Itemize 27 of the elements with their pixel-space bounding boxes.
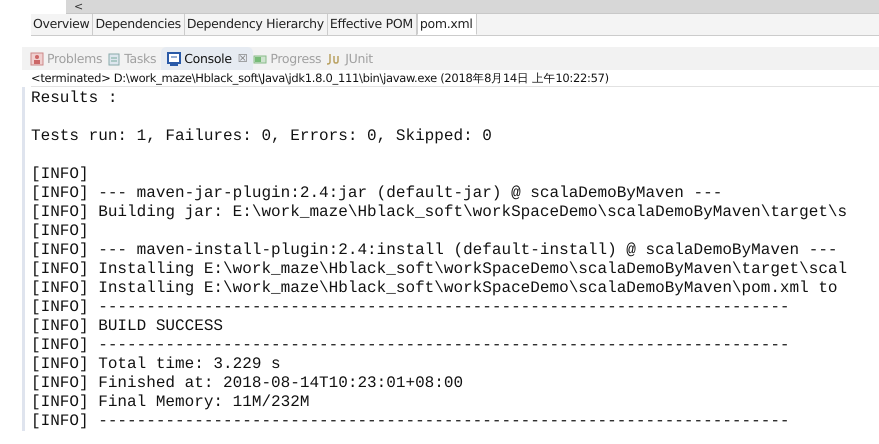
console-line: [INFO] Installing E:\work_maze\Hblack_soft\workSpaceDemo\scalaDemoByMaven\target\scal bbox=[31, 260, 848, 278]
editor-tab[interactable]: pom.xml bbox=[416, 14, 477, 35]
console-line: [INFO] Final Memory: 11M/232M bbox=[31, 393, 310, 411]
process-status: <terminated> D:\work_maze\Hblack_soft\Java\jdk1.8.0_111\bin\javaw.exe (2018年8月14日 上午10:22:57) bbox=[31, 70, 879, 87]
editor-tab[interactable]: Dependency Hierarchy bbox=[184, 14, 328, 35]
scroll-left-arrow[interactable]: < bbox=[74, 0, 84, 12]
console-line: [INFO] ------------------------------------------------------------------------ bbox=[31, 298, 790, 316]
editor-tab[interactable]: Overview bbox=[31, 14, 94, 35]
console-line: [INFO] bbox=[31, 165, 89, 183]
console-line: [INFO] Installing E:\work_maze\Hblack_soft\workSpaceDemo\scalaDemoByMaven\pom.xml to bbox=[31, 279, 838, 297]
console-line: [INFO] Finished at: 2018-08-14T10:23:01+08:00 bbox=[31, 374, 464, 392]
console-line: Tests run: 1, Failures: 0, Errors: 0, Skipped: 0 bbox=[31, 127, 492, 145]
console-line: [INFO] Total time: 3.229 s bbox=[31, 355, 281, 373]
problems-icon bbox=[30, 52, 44, 66]
console-line: [INFO] --- maven-install-plugin:2.4:install (default-install) @ scalaDemoByMaven --- bbox=[31, 241, 838, 259]
console-line: [INFO] ------------------------------------------------------------------------ bbox=[31, 336, 790, 354]
console-line: [INFO] ------------------------------------------------------------------------ bbox=[31, 412, 790, 430]
console-line: [INFO] bbox=[31, 222, 89, 240]
console-line: [INFO] Building jar: E:\work_maze\Hblack_soft\workSpaceDemo\scalaDemoByMaven\target\s bbox=[31, 203, 848, 221]
monitor-icon bbox=[167, 52, 182, 66]
console-line: Results : bbox=[31, 89, 118, 107]
close-icon[interactable]: ☒ bbox=[238, 52, 248, 65]
clipboard-icon bbox=[107, 52, 122, 66]
console-line: [INFO] BUILD SUCCESS bbox=[31, 317, 224, 335]
view-tab[interactable]: Console ☒ bbox=[161, 47, 254, 70]
editor-tab[interactable]: Dependencies bbox=[93, 14, 185, 35]
console-line: [INFO] --- maven-jar-plugin:2.4:jar (default-jar) @ scalaDemoByMaven --- bbox=[31, 184, 722, 202]
